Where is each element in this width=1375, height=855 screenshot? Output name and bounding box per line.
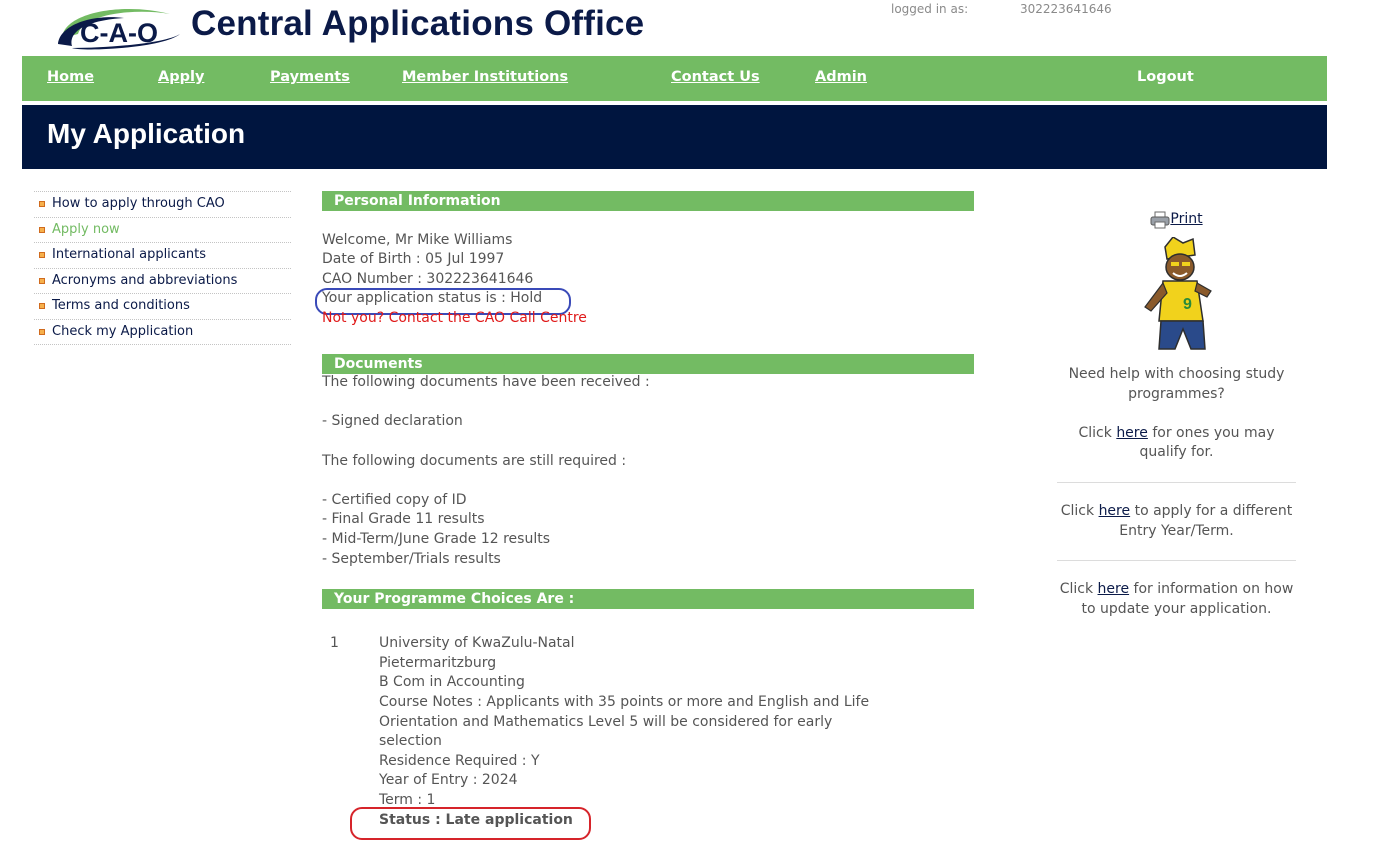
sidebar-item-label: International applicants [52, 247, 207, 263]
different-term-text-rest: to apply for a different [1134, 502, 1293, 519]
logged-in-user: 302223641646 [1020, 2, 1112, 16]
not-you-link[interactable]: Not you? Contact the CAO Call Centre [322, 309, 587, 329]
choice-year-of-entry: Year of Entry : 2024 [379, 772, 518, 788]
logo-text: C-A-O [80, 18, 158, 48]
sidebar-item-label: How to apply through CAO [52, 196, 225, 211]
print-link[interactable]: Print [1170, 211, 1202, 227]
sidebar-item-label: Terms and conditions [52, 298, 190, 314]
click-text: Click [1060, 502, 1095, 519]
page-title: My Application [47, 118, 246, 149]
document-received-item: - Signed declaration [322, 413, 463, 429]
documents-heading: Documents [322, 354, 974, 374]
sidebar-item-apply-now[interactable]: Apply now [34, 216, 291, 243]
choice-number: 1 [330, 635, 339, 651]
page-banner: My Application [22, 105, 1327, 169]
update-here-link[interactable]: here [1098, 581, 1130, 597]
different-term-text-rest: Entry Year/Term. [1119, 522, 1234, 539]
choice-course-notes: selection [379, 733, 442, 749]
sidebar-item-check-application[interactable]: Check my Application [34, 318, 291, 345]
document-required-item: - September/Trials results [322, 551, 501, 567]
click-text: Click [1078, 424, 1112, 441]
nav-logout[interactable]: Logout [1137, 69, 1194, 85]
sidebar-item-label: Acronyms and abbreviations [52, 272, 238, 288]
qualify-text: Click here for ones you may qualify for. [1057, 424, 1296, 463]
choice-course-notes: Orientation and Mathematics Level 5 will… [379, 714, 833, 730]
qualify-text-rest: for ones you may [1152, 424, 1275, 441]
nav-apply[interactable]: Apply [158, 69, 204, 85]
nav-home[interactable]: Home [47, 69, 94, 85]
bullet-icon [39, 277, 45, 284]
cao-number: CAO Number : 302223641646 [322, 271, 534, 287]
choice-programme: B Com in Accounting [379, 674, 525, 690]
logged-in-label: logged in as: [891, 2, 969, 16]
document-required-item: - Certified copy of ID [322, 492, 467, 508]
sidebar-item-terms[interactable]: Terms and conditions [34, 293, 291, 319]
help-panel: Print 9 Need help with choosing study pr… [1057, 210, 1296, 619]
sidebar-item-label: Apply now [52, 221, 120, 237]
nav-payments[interactable]: Payments [270, 69, 350, 85]
programme-choices-heading: Your Programme Choices Are : [322, 589, 974, 609]
bullet-icon [39, 252, 45, 259]
help-text-line: Need help with choosing study [1068, 366, 1285, 382]
sidebar-item-label: Check my Application [52, 323, 194, 339]
choice-course-notes: Course Notes : Applicants with 35 points… [379, 694, 870, 710]
help-text-line: programmes? [1128, 385, 1225, 402]
choice-status-highlight-oval [350, 807, 591, 840]
choice-campus: Pietermaritzburg [379, 655, 497, 671]
different-term-text: Click here to apply for a different Entr… [1057, 502, 1296, 541]
nav-contact-us[interactable]: Contact Us [671, 69, 760, 85]
main-nav: Home Apply Payments Member Institutions … [22, 56, 1327, 101]
mascot-image: 9 [1057, 235, 1296, 365]
bullet-icon [39, 328, 45, 335]
update-text-rest: for information on how [1133, 581, 1294, 598]
nav-member-institutions[interactable]: Member Institutions [402, 69, 568, 85]
document-required-item: - Final Grade 11 results [322, 511, 485, 527]
sidebar-menu: How to apply through CAO Apply now Inter… [34, 191, 291, 345]
sidebar-item-acronyms[interactable]: Acronyms and abbreviations [34, 267, 291, 294]
bullet-icon [39, 303, 45, 310]
sidebar-item-international[interactable]: International applicants [34, 242, 291, 268]
choice-institution: University of KwaZulu-Natal [379, 635, 575, 651]
date-of-birth: Date of Birth : 05 Jul 1997 [322, 251, 505, 267]
print-row: Print [1057, 210, 1296, 235]
different-term-here-link[interactable]: here [1099, 503, 1131, 519]
update-application-text: Click here for information on how to upd… [1057, 580, 1296, 619]
printer-icon[interactable] [1150, 211, 1170, 236]
bullet-icon [39, 226, 45, 233]
help-text: Need help with choosing study programmes… [1057, 365, 1296, 404]
welcome-text: Welcome, Mr Mike Williams [322, 232, 513, 248]
click-text: Click [1059, 581, 1094, 598]
bullet-icon [39, 201, 45, 207]
choice-residence: Residence Required : Y [379, 753, 540, 769]
cao-logo[interactable]: C-A-O [54, 4, 182, 52]
site-title: Central Applications Office [191, 4, 645, 43]
sidebar-item-how-to-apply[interactable]: How to apply through CAO [34, 191, 291, 217]
nav-admin[interactable]: Admin [815, 69, 867, 85]
qualify-here-link[interactable]: here [1116, 425, 1148, 441]
update-text-rest: to update your application. [1081, 600, 1272, 617]
personal-info-heading: Personal Information [322, 191, 974, 211]
documents-required-intro: The following documents are still requir… [322, 453, 627, 469]
document-required-item: - Mid-Term/June Grade 12 results [322, 531, 551, 547]
svg-text:9: 9 [1183, 296, 1192, 313]
documents-received-intro: The following documents have been receiv… [322, 374, 650, 390]
qualify-text-rest: qualify for. [1139, 444, 1214, 461]
